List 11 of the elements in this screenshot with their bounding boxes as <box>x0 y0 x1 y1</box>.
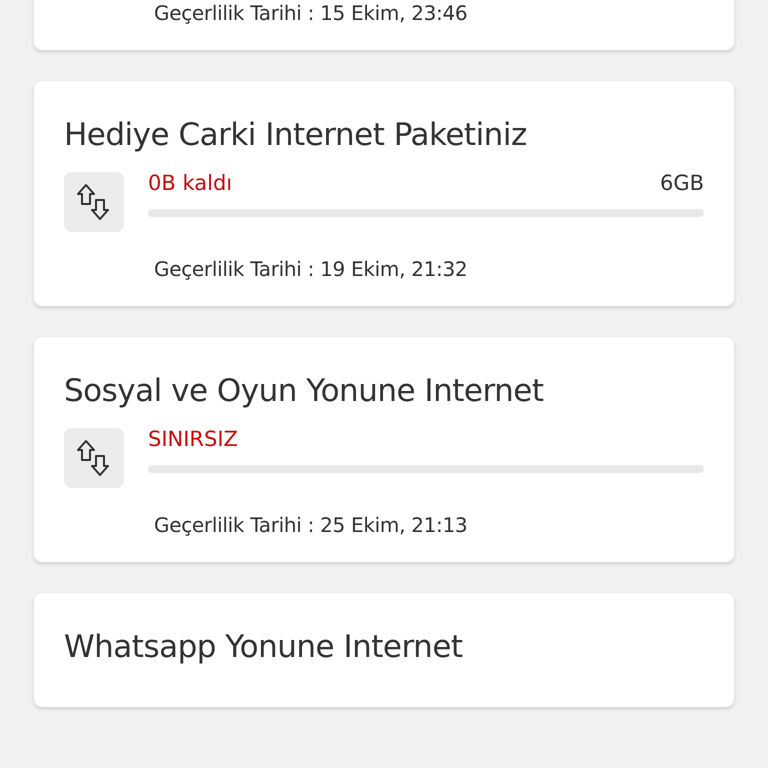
validity-text: Geçerlilik Tarihi : 15 Ekim, 23:46 <box>154 0 468 27</box>
validity-text: Geçerlilik Tarihi : 25 Ekim, 21:13 <box>154 512 468 540</box>
package-title: Whatsapp Yonune Internet <box>64 629 464 667</box>
data-transfer-icon <box>76 438 112 478</box>
validity-text: Geçerlilik Tarihi : 19 Ekim, 21:32 <box>154 256 468 284</box>
total-text: 6GB <box>660 172 704 196</box>
data-transfer-icon <box>76 182 112 222</box>
package-title: Sosyal ve Oyun Yonune Internet <box>64 373 545 410</box>
remaining-text: SINIRSIZ <box>148 428 238 452</box>
remaining-text: 0B kaldı <box>148 172 232 196</box>
package-title: Hediye Carki Internet Paketiniz <box>64 117 528 154</box>
